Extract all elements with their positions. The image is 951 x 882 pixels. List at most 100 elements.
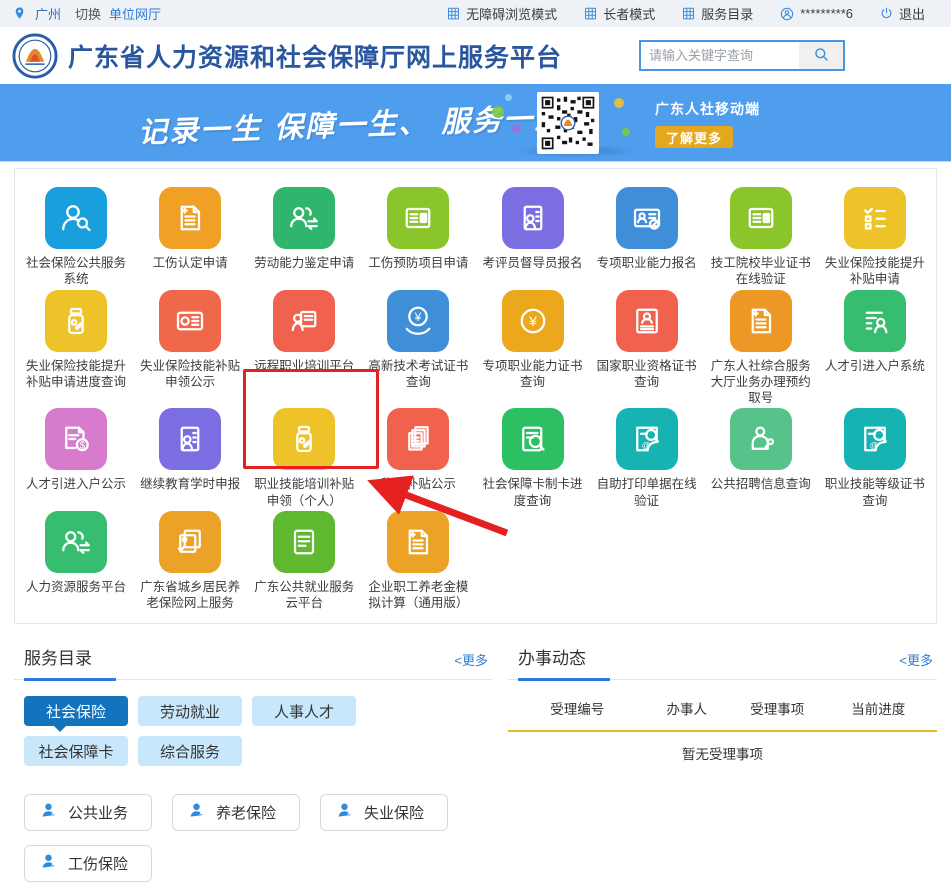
service-item-label: 人才引进入户系统 (825, 358, 925, 374)
service-item-label: 自助打印单据在线验证 (591, 476, 703, 509)
service-catalog-more-link[interactable]: <更多 (454, 650, 488, 669)
service-item-label: 职业技能等级证书查询 (819, 476, 931, 509)
activity-more-link[interactable]: <更多 (899, 650, 933, 669)
service-item[interactable]: 广东人社综合服务大厅业务办理预约取号 (704, 290, 817, 409)
svg-text:@: @ (641, 441, 649, 450)
pension-insurance-button[interactable]: 养老保险 (172, 794, 300, 831)
switch-city-link[interactable]: 切换 (75, 4, 101, 23)
service-item[interactable]: 失业保险技能补贴申领公示 (134, 290, 247, 409)
service-item[interactable]: 工伤预防项目申请 (362, 187, 475, 290)
work-injury-insurance-button[interactable]: 工伤保险 (24, 845, 152, 882)
service-item[interactable]: @职业技能等级证书查询 (818, 408, 931, 511)
doc-person-icon (616, 290, 678, 352)
service-item[interactable]: 国家职业资格证书查询 (590, 290, 703, 409)
search-input[interactable] (641, 42, 799, 69)
service-item-label: 社会保险公共服务系统 (20, 255, 132, 288)
public-business-button[interactable]: 公共业务 (24, 794, 152, 831)
location-pin-icon (12, 6, 27, 21)
doc-lines-icon (273, 511, 335, 573)
service-item[interactable]: 广东公共就业服务云平台 (248, 511, 361, 614)
service-item-label: 广东省城乡居民养老保险网上服务 (134, 579, 246, 612)
page-title: 广东省人力资源和社会保障厅网上服务平台 (68, 38, 562, 74)
tab-comprehensive-service[interactable]: 综合服务 (138, 736, 242, 766)
grid-icon (681, 6, 696, 21)
service-item[interactable]: ¥高新技术考试证书查询 (362, 290, 475, 409)
decor-dot (505, 94, 512, 101)
service-item[interactable]: 专项职业能力报名 (590, 187, 703, 290)
service-item[interactable]: $人才引进入户公示 (20, 408, 133, 511)
person-doc-icon (159, 408, 221, 470)
service-item-label: 工伤认定申请 (153, 255, 228, 271)
service-item[interactable]: 劳动能力鉴定申请 (248, 187, 361, 290)
person-icon (187, 801, 206, 824)
unemployment-insurance-button[interactable]: 失业保险 (320, 794, 448, 831)
service-item[interactable]: 广东省城乡居民养老保险网上服务 (134, 511, 247, 614)
service-item[interactable]: 失业保险技能提升补贴申请进度查询 (20, 290, 133, 409)
search-box (639, 40, 845, 71)
service-item[interactable]: 社会保险公共服务系统 (20, 187, 133, 290)
tab-social-insurance[interactable]: 社会保险 (24, 696, 128, 726)
person-doc-icon (502, 187, 564, 249)
person-icon (39, 852, 58, 875)
decor-dot (614, 98, 624, 108)
photos-icon (159, 511, 221, 573)
service-item[interactable]: 技工院校毕业证书在线验证 (704, 187, 817, 290)
doc-search-icon (502, 408, 564, 470)
doc-plus-icon (387, 511, 449, 573)
service-item-label: 远程职业培训平台 (254, 358, 354, 374)
card-edit-icon (616, 187, 678, 249)
card-si-icon (159, 290, 221, 352)
learn-more-button[interactable]: 了解更多 (655, 126, 733, 148)
checklist-icon (844, 187, 906, 249)
logout-link[interactable]: 退出 (879, 4, 925, 23)
tab-labor-employment[interactable]: 劳动就业 (138, 696, 242, 726)
col-applicant: 办事人 (643, 698, 731, 718)
service-item-label: 专项职业能力报名 (597, 255, 697, 271)
accessibility-mode-link[interactable]: 无障碍浏览模式 (446, 4, 557, 23)
empty-state-text: 暂无受理事项 (508, 743, 937, 763)
people-arrows-icon (45, 511, 107, 573)
service-item[interactable]: 远程职业培训平台 (248, 290, 361, 409)
banner-slogan: 记录一生 保障一生、 服务一生 (137, 94, 565, 151)
table-divider (508, 730, 937, 732)
service-item-label: 人才引进入户公示 (26, 476, 126, 492)
service-item[interactable]: 继续教育学时申报 (134, 408, 247, 511)
grid-icon (446, 6, 461, 21)
service-item[interactable]: 社会保障卡制卡进度查询 (476, 408, 589, 511)
doc-plus-icon (730, 290, 792, 352)
unit-portal-link[interactable]: 单位网厅 (109, 4, 161, 23)
qr-code (537, 92, 599, 154)
col-acceptance-no: 受理编号 (512, 698, 643, 718)
service-item[interactable]: @ 自助打印单据在线验证 (590, 408, 703, 511)
person-bag-icon (730, 408, 792, 470)
service-item-label: 专项职业能力证书查询 (477, 358, 589, 391)
tab-social-security-card[interactable]: 社会保障卡 (24, 736, 128, 766)
service-item[interactable]: 失业保险技能提升补贴申请 (818, 187, 931, 290)
svg-text:¥: ¥ (414, 310, 422, 324)
service-item[interactable]: 职业技能培训补贴申领（个人） (248, 408, 361, 511)
service-item[interactable]: 公共招聘信息查询 (704, 408, 817, 511)
elder-mode-link[interactable]: 长者模式 (583, 4, 655, 23)
service-item[interactable]: 考评员督导员报名 (476, 187, 589, 290)
person-search-icon (45, 187, 107, 249)
service-catalog-link[interactable]: 服务目录 (681, 4, 753, 23)
activity-table: 受理编号 办事人 受理事项 当前进度 暂无受理事项 (508, 698, 937, 763)
service-item[interactable]: 工伤认定申请 (134, 187, 247, 290)
search-button[interactable] (799, 42, 843, 69)
service-item-label: 继续教育学时申报 (140, 476, 240, 492)
service-item-label: 工伤预防项目申请 (368, 255, 468, 271)
service-item[interactable]: 企业职工养老金模拟计算（通用版） (362, 511, 475, 614)
service-item[interactable]: 人力资源服务平台 (20, 511, 133, 614)
service-item-label: 企业职工养老金模拟计算（通用版） (362, 579, 474, 612)
catalog-tabs: 社会保险 劳动就业 人事人才 社会保障卡 综合服务 (14, 696, 384, 766)
service-item[interactable]: ¥专项职业能力证书查询 (476, 290, 589, 409)
service-catalog-title: 服务目录 (24, 644, 92, 669)
tab-personnel-talent[interactable]: 人事人才 (252, 696, 356, 726)
business-buttons: 公共业务 养老保险 失业保险 工伤保险 (14, 794, 484, 882)
service-item-label: 职业技能培训补贴申领（个人） (248, 476, 360, 509)
service-item[interactable]: 稳岗补贴公示 (362, 408, 475, 511)
pill-bottle-icon (273, 408, 335, 470)
service-item[interactable]: 人才引进入户系统 (818, 290, 931, 409)
service-item-label: 国家职业资格证书查询 (591, 358, 703, 391)
account-menu[interactable]: *********6 (779, 6, 853, 22)
